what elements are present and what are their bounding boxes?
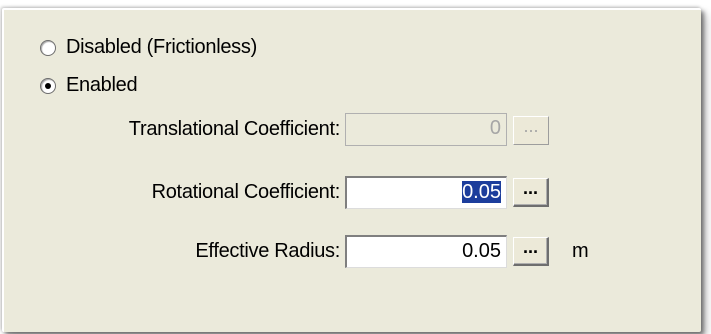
effective-radius-input[interactable]: 0.05 (345, 235, 507, 268)
translational-coefficient-input[interactable]: 0 (345, 113, 507, 146)
radio-label-disabled: Disabled (Frictionless) (66, 36, 257, 58)
rotational-coefficient-input[interactable]: 0.05 (345, 176, 507, 209)
radio-button-checked[interactable] (40, 77, 56, 94)
radius-browse-button[interactable]: ... (513, 237, 549, 266)
radio-disabled-frictionless[interactable]: Disabled (Frictionless) (40, 36, 257, 59)
translational-browse-button[interactable]: ... (513, 116, 549, 145)
radius-unit-label: m (572, 240, 589, 262)
effective-radius-label: Effective Radius: (195, 240, 340, 262)
selected-text: 0.05 (462, 181, 501, 203)
translational-coefficient-label: Translational Coefficient: (128, 118, 341, 140)
rotational-browse-button[interactable]: ... (513, 178, 549, 207)
friction-panel: Disabled (Frictionless) Enabled Translat… (2, 8, 701, 332)
radio-enabled[interactable]: Enabled (40, 74, 138, 97)
rotational-coefficient-label: Rotational Coefficient: (151, 181, 341, 203)
radio-button-unchecked[interactable] (40, 39, 56, 56)
radio-label-enabled: Enabled (66, 74, 138, 96)
